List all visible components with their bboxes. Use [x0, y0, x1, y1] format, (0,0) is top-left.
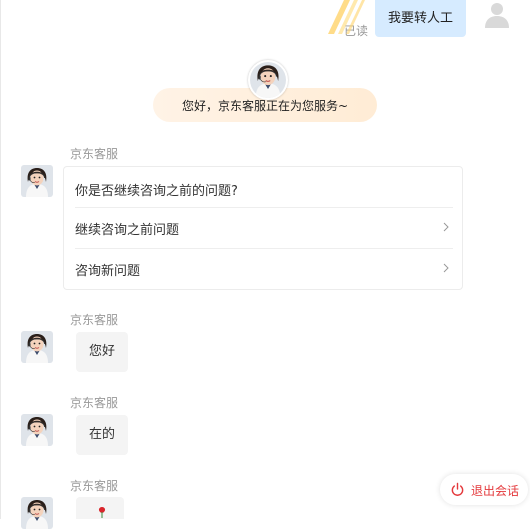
user-avatar-icon	[483, 0, 511, 28]
option-label: 咨询新问题	[75, 264, 141, 279]
welcome-agent-avatar	[248, 60, 288, 100]
agent-message-bubble: 在的	[76, 415, 128, 455]
agent-name: 京东客服	[70, 479, 119, 493]
left-border	[0, 0, 1, 519]
agent-name: 京东客服	[70, 313, 119, 327]
agent-avatar	[21, 165, 53, 197]
agent-name: 京东客服	[70, 147, 119, 161]
user-message-bubble: 我要转人工	[375, 0, 466, 37]
chevron-right-icon	[443, 222, 449, 232]
exit-session-label: 退出会话	[471, 484, 520, 498]
exit-session-button[interactable]: 退出会话	[440, 474, 528, 505]
option-new-question[interactable]: 咨询新问题	[75, 248, 453, 289]
option-label: 继续咨询之前问题	[75, 223, 180, 238]
agent-avatar	[21, 331, 53, 363]
agent-name: 京东客服	[70, 396, 119, 410]
agent-emoji-bubble	[76, 497, 124, 519]
power-icon	[451, 482, 464, 496]
question-card: 你是否继续咨询之前的问题? 继续咨询之前问题 咨询新问题	[63, 166, 463, 290]
chevron-right-icon	[443, 263, 449, 273]
agent-message-bubble: 您好	[76, 332, 128, 372]
option-continue-previous[interactable]: 继续咨询之前问题	[75, 207, 453, 248]
rose-emoji-icon	[98, 507, 106, 518]
agent-avatar	[21, 414, 53, 446]
question-card-title: 你是否继续咨询之前的问题?	[75, 184, 238, 199]
agent-avatar	[21, 497, 53, 529]
banner-stripes-icon	[328, 0, 365, 34]
